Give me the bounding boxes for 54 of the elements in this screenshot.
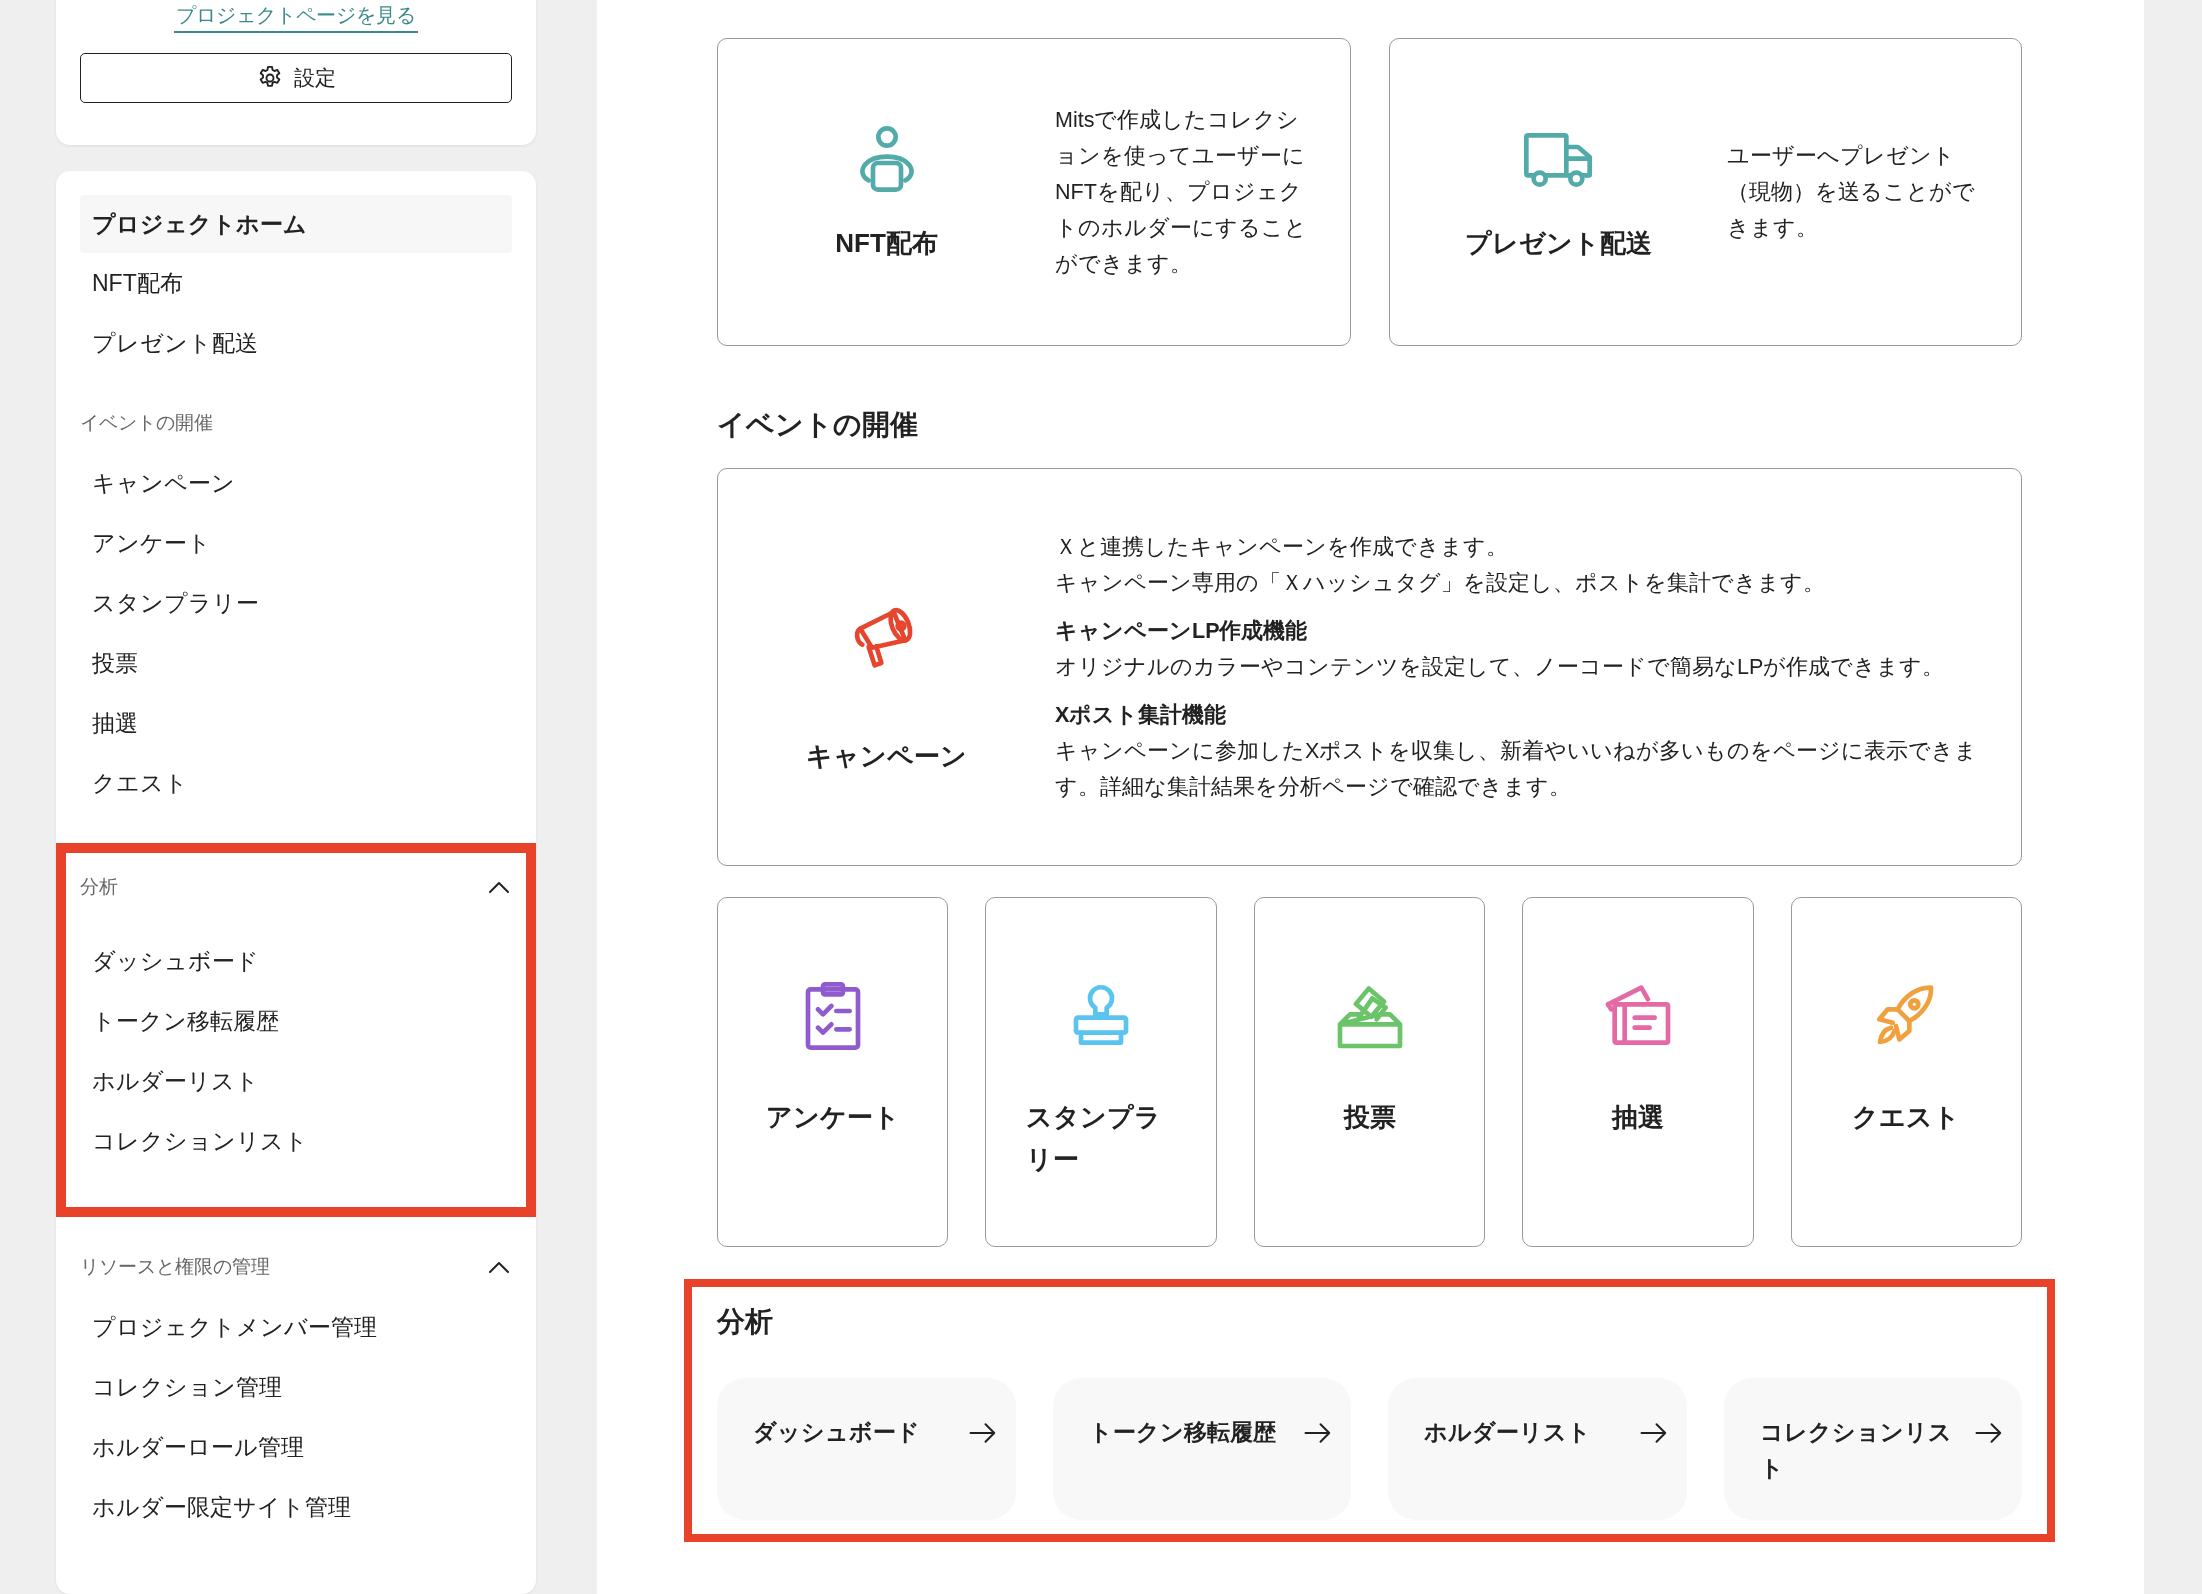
section-label: イベントの開催 [80, 410, 213, 435]
card-title: スタンプラリー [1026, 1100, 1163, 1176]
analysis-link-card[interactable]: ホルダーリスト [1388, 1378, 1687, 1521]
feature-description: オリジナルのカラーやコンテンツを設定して、ノーコードで簡易なLPが作成できます。 [1055, 653, 1946, 681]
nav-item[interactable]: ホルダーロール管理 [80, 1417, 512, 1477]
card-title: クエスト [1852, 1100, 1961, 1134]
nav-item[interactable]: キャンペーン [80, 453, 512, 513]
card-title: キャンペーン [806, 740, 967, 774]
card-title: アンケート [765, 1100, 900, 1134]
card-title: NFT配布 [835, 226, 938, 260]
service-card[interactable]: プレゼント配送 ユーザーへプレゼント（現物）を送ることができます。 [1388, 38, 2022, 346]
nav-item[interactable]: ホルダーリスト [80, 1051, 512, 1111]
nav-item[interactable]: 抽選 [80, 693, 512, 753]
card-title: 抽選 [1611, 1100, 1664, 1134]
nav-item[interactable]: ダッシュボード [80, 931, 512, 991]
nav-item[interactable]: コレクションリスト [80, 1111, 512, 1171]
nav-item[interactable]: トークン移転履歴 [80, 991, 512, 1051]
card-description: Ｘと連携したキャンペーンを作成できます。 [1055, 533, 1509, 561]
card-description: ユーザーへプレゼント（現物）を送ることができます。 [1726, 143, 1976, 242]
nav-item[interactable]: クエスト [80, 753, 512, 813]
feature-title: Xポスト集計機能 [1055, 701, 1228, 729]
event-card[interactable]: アンケート [717, 896, 949, 1247]
event-card[interactable]: 抽選 [1522, 896, 1754, 1247]
chevron-icon[interactable] [486, 879, 512, 895]
section-label: 分析 [80, 874, 118, 899]
campaign-card[interactable]: キャンペーン Ｘと連携したキャンペーンを作成できます。 キャンペーン専用の「Ｘハッシュタグ」を設定し、ポストを集計できます。 キャンペーンLP作成機能 オリジナルのカラーやコンテンツを設定して、ノーコードで簡易なLPが作成できます。 Xポスト集計機能 キャンペーンに参加したXポストを収集し、新着やいいねが多いものをページに表示できます。詳細な集計結果を分析ページで確認できます。 [717, 467, 2022, 866]
nav-item[interactable]: NFT配布 [80, 253, 512, 313]
service-card[interactable]: NFT配布 Mitsで作成したコレクションを使ってユーザーにNFTを配り、プロジェクトのホルダーにすることができます。 [717, 38, 1351, 346]
analysis-link-card[interactable]: トークン移転履歴 [1052, 1378, 1351, 1521]
event-card[interactable]: 投票 [1253, 896, 1486, 1247]
nav-item[interactable]: プレゼント配送 [80, 313, 512, 373]
nav-item[interactable]: プロジェクトメンバー管理 [80, 1297, 512, 1357]
nav-item[interactable]: プロジェクトホーム [80, 195, 512, 253]
project-page-link[interactable]: プロジェクトページを見る [174, 0, 418, 33]
nav-item[interactable]: コレクション管理 [80, 1357, 512, 1417]
chevron-icon[interactable] [486, 1259, 512, 1275]
event-card[interactable]: クエスト [1790, 896, 2023, 1247]
analysis-link-card[interactable]: ダッシュボード [717, 1378, 1016, 1521]
event-card[interactable]: スタンプラリー [985, 896, 1217, 1247]
section-label: リソースと権限の管理 [80, 1254, 270, 1279]
nav-item[interactable]: 投票 [80, 633, 512, 693]
feature-title: キャンペーンLP作成機能 [1055, 617, 1309, 645]
nav-item[interactable]: スタンプラリー [80, 573, 512, 633]
card-description: キャンペーン専用の「Ｘハッシュタグ」を設定し、ポストを集計できます。 [1055, 569, 1826, 597]
nav-item[interactable]: アンケート [80, 513, 512, 573]
section-heading: イベントの開催 [717, 408, 919, 442]
card-description: Mitsで作成したコレクションを使ってユーザーにNFTを配り、プロジェクトのホルダーにすることができます。 [1055, 107, 1308, 278]
nav-item[interactable]: ホルダー限定サイト管理 [80, 1477, 512, 1537]
settings-button[interactable]: 設定 [80, 53, 512, 103]
card-title: プレゼント配送 [1464, 226, 1652, 260]
card-title: 投票 [1343, 1100, 1396, 1134]
section-heading: 分析 [717, 1304, 774, 1339]
analysis-link-card[interactable]: コレクションリスト [1723, 1378, 2022, 1521]
feature-description: キャンペーンに参加したXポストを収集し、新着やいいねが多いものをページに表示できます。詳細な集計結果を分析ページで確認できます。 [1055, 737, 1979, 801]
